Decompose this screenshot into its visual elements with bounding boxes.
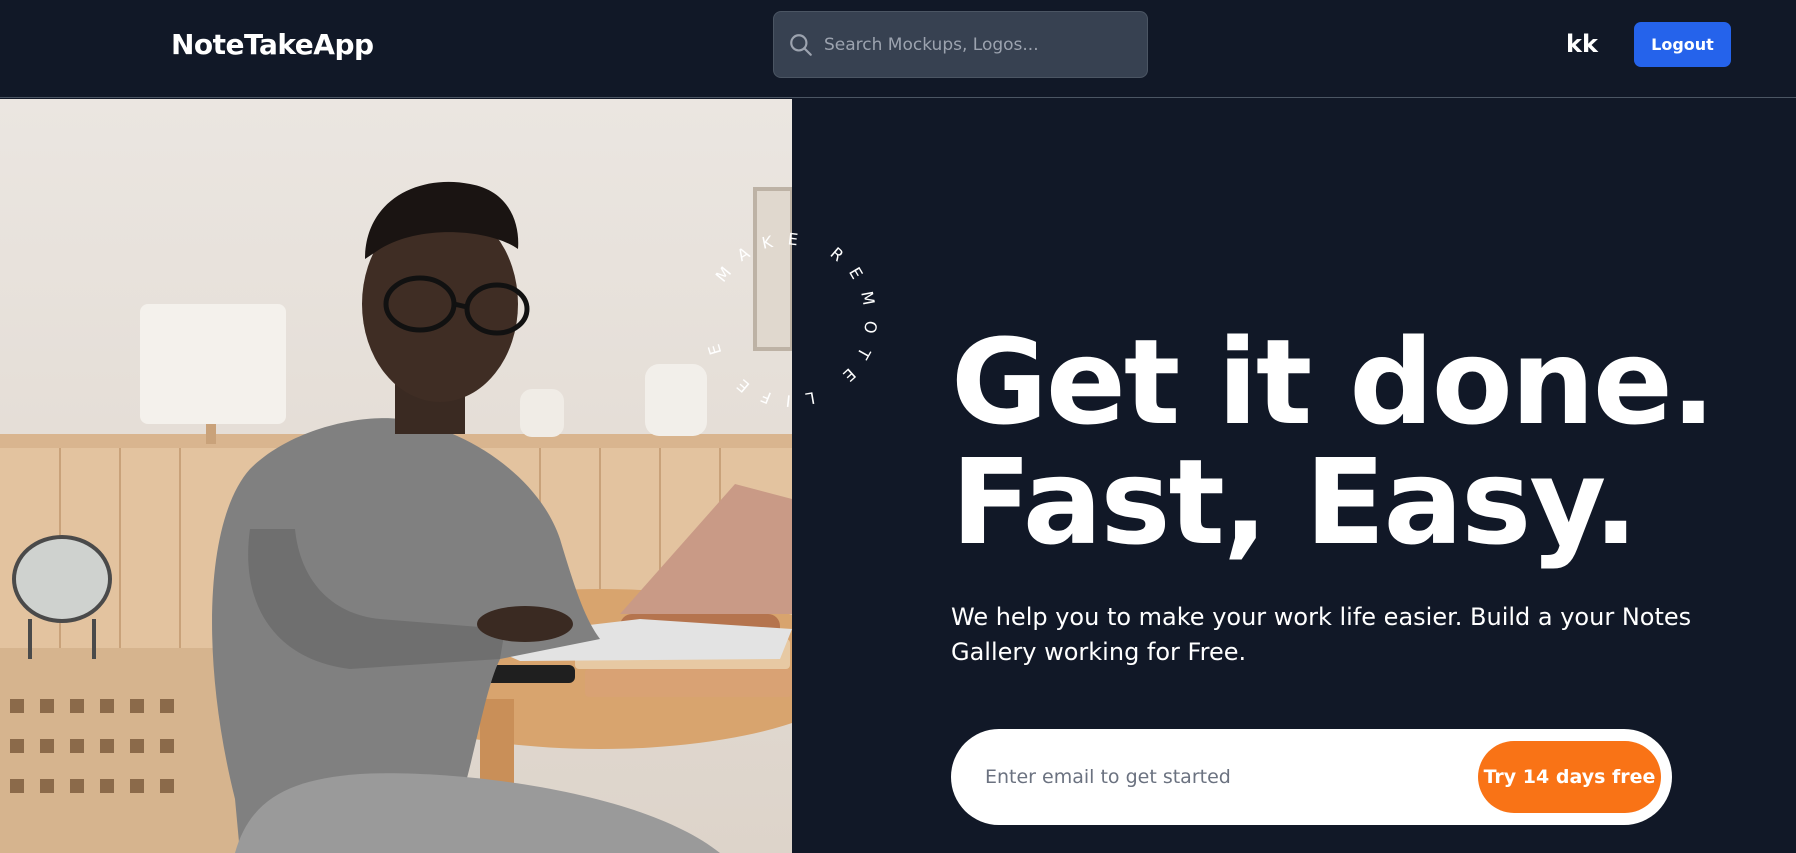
search-bar[interactable]: [773, 11, 1148, 78]
hero-image: [0, 99, 792, 853]
hero-description: We help you to make your work life easie…: [951, 603, 1692, 666]
email-signup-form: Try 14 days free: [951, 729, 1672, 825]
remote-life-badge: MAKE REMOTE LIFE EASY: [690, 220, 881, 411]
search-icon: [790, 34, 812, 56]
logout-button[interactable]: Logout: [1634, 22, 1731, 67]
search-input[interactable]: [824, 12, 1134, 77]
hero-photo: [0, 99, 792, 853]
try-free-button[interactable]: Try 14 days free: [1478, 741, 1661, 813]
hero-headline: Get it done. Fast, Easy.: [951, 313, 1716, 571]
brand-logo[interactable]: NoteTakeApp: [171, 28, 374, 61]
user-initials[interactable]: kk: [1566, 30, 1598, 58]
svg-text:MAKE REMOTE LIFE EASY: MAKE REMOTE LIFE EASY: [690, 220, 881, 411]
email-input[interactable]: [985, 729, 1425, 825]
navbar: NoteTakeApp kk Logout: [0, 0, 1796, 98]
headline-line-2: Fast, Easy.: [951, 433, 1638, 571]
headline-line-1: Get it done.: [951, 313, 1716, 451]
